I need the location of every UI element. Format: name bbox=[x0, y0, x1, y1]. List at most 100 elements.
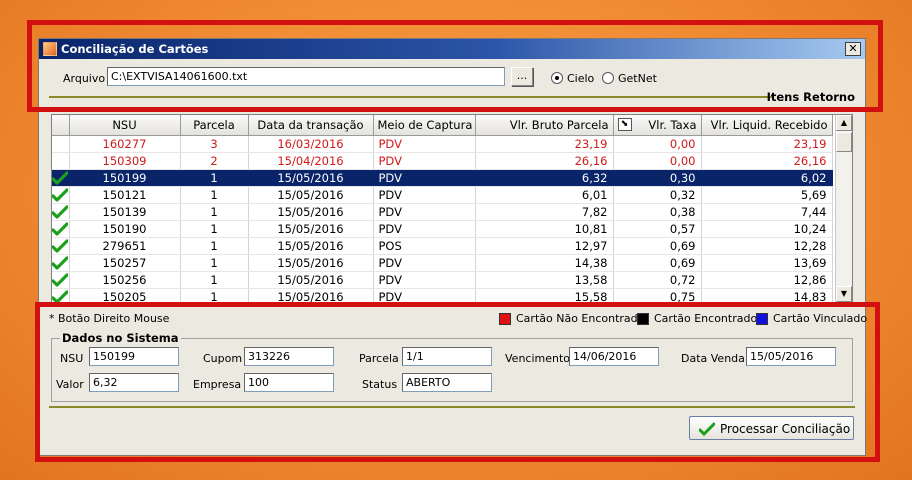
table-row[interactable]: 150139 1 15/05/2016 PDV 7,82 0,38 7,44 bbox=[52, 203, 833, 221]
cell-taxa: 0,72 bbox=[613, 271, 702, 289]
table-row[interactable]: 279651 1 15/05/2016 POS 12,97 0,69 12,28 bbox=[52, 237, 833, 255]
table-row[interactable]: 150199 1 15/05/2016 PDV 6,32 0,30 6,02 bbox=[52, 169, 833, 187]
table-row[interactable]: 160277 3 16/03/2016 PDV 23,19 0,00 23,19 bbox=[52, 135, 833, 153]
cell-meio: PDV bbox=[373, 169, 476, 187]
col-data-transacao[interactable]: Data da transação bbox=[248, 115, 374, 136]
close-button[interactable]: ✕ bbox=[845, 42, 861, 56]
title-bar[interactable]: Conciliação de Cartões ✕ bbox=[39, 39, 865, 59]
cell-meio: PDV bbox=[373, 254, 476, 272]
col-parcela[interactable]: Parcela bbox=[180, 115, 249, 136]
legend-found-label: Cartão Encontrado bbox=[654, 312, 758, 325]
cell-nsu: 160277 bbox=[69, 135, 181, 153]
header-divider bbox=[49, 96, 773, 98]
cupom-field[interactable]: 313226 bbox=[244, 347, 334, 366]
cell-data: 15/05/2016 bbox=[248, 288, 374, 302]
cell-meio: PDV bbox=[373, 186, 476, 204]
browse-button[interactable]: ... bbox=[511, 67, 533, 86]
sort-icon[interactable]: ⬊ bbox=[617, 118, 632, 131]
cell-bruto: 26,16 bbox=[475, 152, 614, 170]
cell-liquido: 5,69 bbox=[701, 186, 833, 204]
cell-nsu: 150190 bbox=[69, 220, 181, 238]
cell-data: 15/05/2016 bbox=[248, 186, 374, 204]
col-nsu[interactable]: NSU bbox=[69, 115, 181, 136]
process-button-label: Processar Conciliação bbox=[720, 422, 851, 436]
col-vlr-taxa[interactable]: ⬊ Vlr. Taxa bbox=[613, 115, 702, 136]
cell-status bbox=[52, 288, 70, 302]
cell-bruto: 23,19 bbox=[475, 135, 614, 153]
cell-parcela: 3 bbox=[180, 135, 249, 153]
radio-cielo-label: Cielo bbox=[567, 72, 595, 85]
nsu-field[interactable]: 150199 bbox=[89, 347, 179, 366]
cell-parcela: 1 bbox=[180, 169, 249, 187]
cell-bruto: 13,58 bbox=[475, 271, 614, 289]
cell-meio: PDV bbox=[373, 288, 476, 302]
cell-data: 15/04/2016 bbox=[248, 152, 374, 170]
radio-getnet[interactable] bbox=[602, 72, 614, 84]
cell-nsu: 279651 bbox=[69, 237, 181, 255]
cell-liquido: 6,02 bbox=[701, 169, 833, 187]
radio-getnet-label: GetNet bbox=[618, 72, 657, 85]
cell-status bbox=[52, 135, 70, 153]
table-row[interactable]: 150190 1 15/05/2016 PDV 10,81 0,57 10,24 bbox=[52, 220, 833, 238]
valor-field[interactable]: 6,32 bbox=[89, 373, 179, 392]
cell-bruto: 15,58 bbox=[475, 288, 614, 302]
items-grid[interactable]: NSU Parcela Data da transação Meio de Ca… bbox=[51, 114, 853, 303]
cell-parcela: 1 bbox=[180, 237, 249, 255]
table-row[interactable]: 150257 1 15/05/2016 PDV 14,38 0,69 13,69 bbox=[52, 254, 833, 272]
cell-status bbox=[52, 152, 70, 170]
scroll-down-button[interactable]: ▼ bbox=[836, 286, 852, 302]
status-label: Status bbox=[362, 378, 398, 391]
table-row[interactable]: 150205 1 15/05/2016 PDV 15,58 0,75 14,83 bbox=[52, 288, 833, 302]
cell-liquido: 10,24 bbox=[701, 220, 833, 238]
check-icon bbox=[52, 239, 69, 253]
cell-data: 15/05/2016 bbox=[248, 271, 374, 289]
cell-nsu: 150205 bbox=[69, 288, 181, 302]
cell-nsu: 150121 bbox=[69, 186, 181, 204]
cell-bruto: 14,38 bbox=[475, 254, 614, 272]
app-icon bbox=[43, 42, 57, 56]
cell-liquido: 12,86 bbox=[701, 271, 833, 289]
cell-data: 15/05/2016 bbox=[248, 203, 374, 221]
scroll-up-button[interactable]: ▲ bbox=[836, 115, 852, 131]
col-meio-captura[interactable]: Meio de Captura bbox=[373, 115, 476, 136]
grid-vertical-scrollbar[interactable]: ▲ ▼ bbox=[835, 115, 852, 302]
footer-divider bbox=[49, 406, 855, 408]
legend-not-found-swatch bbox=[499, 313, 511, 325]
cell-bruto: 7,82 bbox=[475, 203, 614, 221]
cell-parcela: 1 bbox=[180, 220, 249, 238]
cell-parcela: 1 bbox=[180, 254, 249, 272]
cell-data: 15/05/2016 bbox=[248, 237, 374, 255]
table-row[interactable]: 150256 1 15/05/2016 PDV 13,58 0,72 12,86 bbox=[52, 271, 833, 289]
col-vlr-liquido[interactable]: Vlr. Liquid. Recebido bbox=[701, 115, 833, 136]
cell-nsu: 150256 bbox=[69, 271, 181, 289]
data-venda-field[interactable]: 15/05/2016 bbox=[746, 347, 836, 366]
empresa-field[interactable]: 100 bbox=[244, 373, 334, 392]
cell-taxa: 0,32 bbox=[613, 186, 702, 204]
cell-parcela: 1 bbox=[180, 203, 249, 221]
window-title: Conciliação de Cartões bbox=[61, 42, 209, 56]
cell-liquido: 7,44 bbox=[701, 203, 833, 221]
cell-taxa: 0,30 bbox=[613, 169, 702, 187]
process-conciliation-button[interactable]: Processar Conciliação bbox=[689, 416, 854, 440]
col-vlr-bruto[interactable]: Vlr. Bruto Parcela bbox=[475, 115, 614, 136]
cell-meio: PDV bbox=[373, 152, 476, 170]
cell-liquido: 23,19 bbox=[701, 135, 833, 153]
radio-cielo[interactable] bbox=[551, 72, 563, 84]
cell-nsu: 150199 bbox=[69, 169, 181, 187]
check-icon bbox=[52, 256, 69, 270]
dados-sistema-group: Dados no Sistema NSU 150199 Cupom 313226… bbox=[51, 331, 853, 402]
file-path-input[interactable]: C:\EXTVISA14061600.txt bbox=[107, 67, 505, 86]
cell-taxa: 0,00 bbox=[613, 152, 702, 170]
col-status[interactable] bbox=[52, 115, 70, 136]
legend-linked-swatch bbox=[756, 313, 768, 325]
table-row[interactable]: 150309 2 15/04/2016 PDV 26,16 0,00 26,16 bbox=[52, 152, 833, 170]
status-field[interactable]: ABERTO bbox=[402, 373, 492, 392]
cell-data: 16/03/2016 bbox=[248, 135, 374, 153]
cell-parcela: 1 bbox=[180, 288, 249, 302]
legend-found-swatch bbox=[637, 313, 649, 325]
parcela-field[interactable]: 1/1 bbox=[402, 347, 492, 366]
scroll-thumb[interactable] bbox=[836, 132, 852, 152]
vencimento-field[interactable]: 14/06/2016 bbox=[569, 347, 659, 366]
cell-liquido: 14,83 bbox=[701, 288, 833, 302]
table-row[interactable]: 150121 1 15/05/2016 PDV 6,01 0,32 5,69 bbox=[52, 186, 833, 204]
